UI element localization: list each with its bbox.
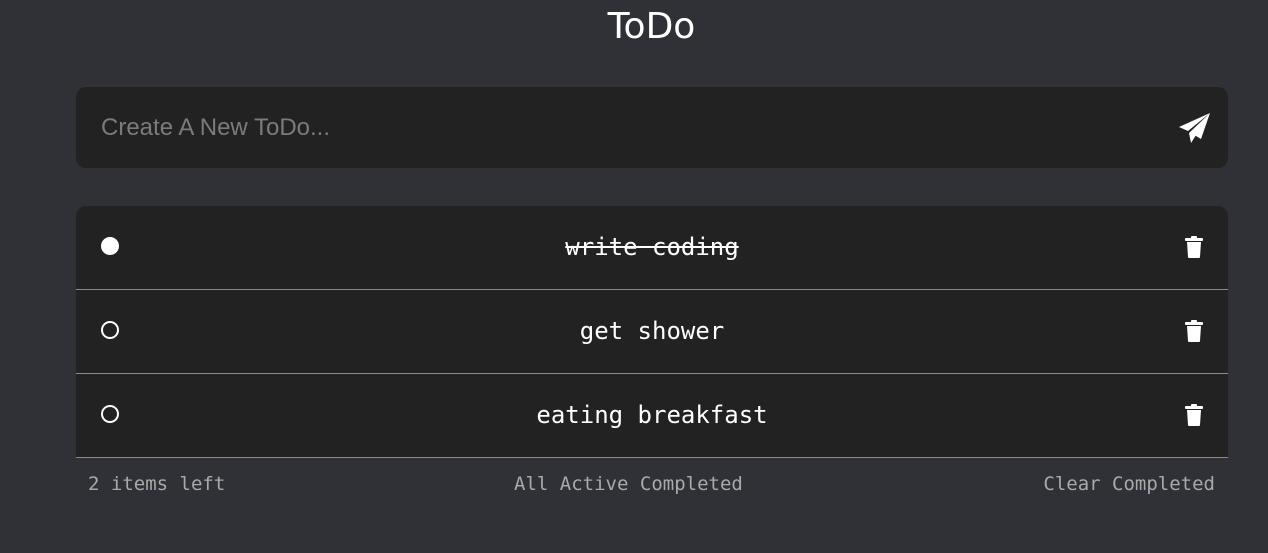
filter-completed[interactable]: Completed [640, 473, 743, 495]
todo-footer: 2 items left All Active Completed Clear … [76, 470, 1228, 498]
todo-text: eating breakfast [536, 401, 768, 429]
todo-text: get shower [579, 317, 725, 345]
new-todo-input[interactable] [101, 87, 1161, 168]
items-left-count: 2 items left [88, 473, 226, 495]
todo-toggle-2[interactable] [101, 405, 119, 423]
page-title: ToDo [607, 6, 696, 47]
todo-toggle-1[interactable] [101, 321, 119, 339]
delete-todo-button[interactable] [1182, 235, 1206, 259]
todo-toggle-0[interactable] [101, 237, 119, 255]
todo-item: get shower [76, 290, 1228, 374]
paper-plane-icon [1179, 113, 1210, 143]
todo-item: eating breakfast [76, 374, 1228, 458]
trash-icon [1185, 404, 1203, 426]
new-todo-bar [76, 87, 1228, 168]
todo-list: write coding get shower eating breakfast [76, 206, 1228, 458]
submit-todo-button[interactable] [1175, 109, 1215, 147]
todo-item: write coding [76, 206, 1228, 290]
clear-completed-button[interactable]: Clear Completed [1043, 470, 1215, 498]
todo-text: write coding [565, 233, 739, 261]
filter-active[interactable]: Active [560, 473, 629, 495]
delete-todo-button[interactable] [1182, 403, 1206, 427]
filter-all[interactable]: All [514, 473, 548, 495]
filter-group: All Active Completed [514, 470, 743, 498]
delete-todo-button[interactable] [1182, 319, 1206, 343]
trash-icon [1185, 320, 1203, 342]
trash-icon [1185, 236, 1203, 258]
